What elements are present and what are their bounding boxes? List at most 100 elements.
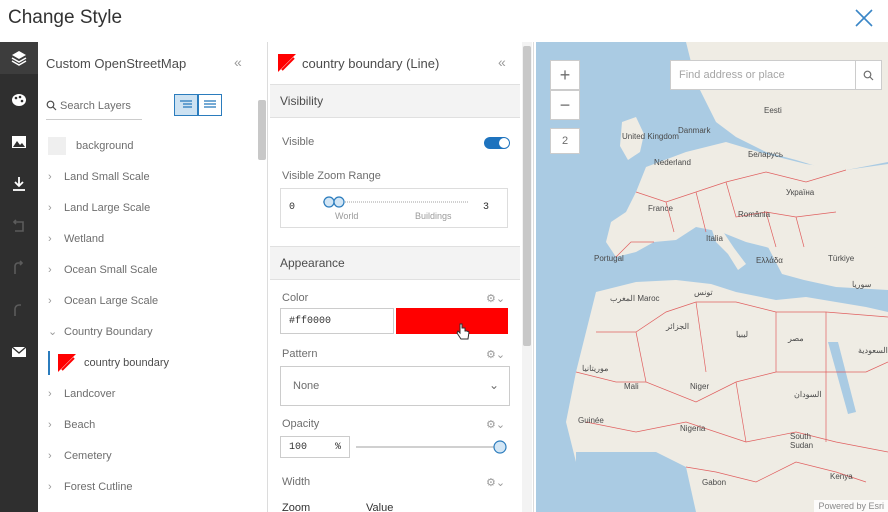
place-label: România bbox=[738, 210, 771, 219]
layer-label: Land Small Scale bbox=[64, 170, 150, 183]
layer-item-cemetery[interactable]: › Cemetery bbox=[38, 440, 256, 471]
chevron-right-icon: › bbox=[48, 263, 52, 276]
flat-view-button[interactable] bbox=[198, 94, 222, 116]
layer-item-ocean-small-scale[interactable]: › Ocean Small Scale bbox=[38, 254, 256, 285]
props-scrollbar[interactable] bbox=[522, 42, 532, 512]
place-label: المغرب Maroc bbox=[610, 294, 660, 303]
line-style-icon bbox=[278, 54, 296, 72]
visible-label: Visible bbox=[282, 136, 315, 148]
layer-label: Land Large Scale bbox=[64, 201, 151, 214]
layers-title: Custom OpenStreetMap bbox=[46, 55, 187, 71]
layers-scrollbar-thumb[interactable] bbox=[258, 100, 266, 160]
layer-item-land-small-scale[interactable]: › Land Small Scale bbox=[38, 161, 256, 192]
layer-item-country-boundary-group[interactable]: ⌄ Country Boundary bbox=[38, 316, 256, 347]
layer-label: Beach bbox=[64, 418, 96, 431]
opacity-value: 100 bbox=[289, 441, 308, 453]
opacity-label: Opacity bbox=[282, 418, 320, 430]
pattern-select[interactable]: None ⌄ bbox=[280, 366, 510, 406]
color-hex-input[interactable]: #ff0000 bbox=[280, 308, 394, 334]
props-title: country boundary (Line) bbox=[302, 55, 440, 71]
place-label: السعودية bbox=[858, 346, 888, 355]
layer-item-ocean-large-scale[interactable]: › Ocean Large Scale bbox=[38, 285, 256, 316]
layers-scrollbar[interactable] bbox=[258, 92, 266, 512]
map-attribution[interactable]: Powered by Esri bbox=[814, 500, 888, 512]
zoom-out-button[interactable]: − bbox=[550, 90, 580, 120]
group-view-button[interactable] bbox=[174, 94, 198, 116]
collapse-layers-icon[interactable]: « bbox=[234, 54, 242, 70]
zoom-range-track bbox=[323, 196, 469, 208]
visible-toggle[interactable] bbox=[484, 137, 510, 149]
selection-marker bbox=[48, 351, 50, 375]
place-label: تونس bbox=[694, 288, 713, 297]
layers-icon[interactable] bbox=[0, 42, 38, 74]
chevron-right-icon: › bbox=[48, 480, 52, 493]
place-label: Ελλάδα bbox=[756, 256, 783, 265]
download-icon[interactable] bbox=[0, 168, 38, 200]
layer-search-input[interactable]: Search Layers bbox=[46, 92, 142, 120]
layer-label: Landcover bbox=[64, 387, 116, 400]
mail-icon[interactable] bbox=[0, 336, 38, 368]
dialog-title: Change Style bbox=[8, 7, 123, 28]
color-swatch-button[interactable] bbox=[396, 308, 508, 334]
layer-label: Country Boundary bbox=[64, 325, 153, 338]
layer-item-forest-cutline[interactable]: › Forest Cutline bbox=[38, 471, 256, 502]
undo-icon[interactable] bbox=[0, 210, 38, 242]
search-placeholder: Search Layers bbox=[60, 99, 131, 112]
layer-label: Ocean Large Scale bbox=[64, 294, 159, 307]
place-label: South Sudan bbox=[790, 432, 814, 450]
chevron-right-icon: › bbox=[48, 294, 52, 307]
layer-item-beach[interactable]: › Beach bbox=[38, 409, 256, 440]
layer-item-landcover[interactable]: › Landcover bbox=[38, 378, 256, 409]
layer-item-background[interactable]: background bbox=[38, 130, 256, 161]
place-label: Gabon bbox=[702, 478, 727, 487]
layer-item-country-boundary[interactable]: country boundary bbox=[38, 347, 256, 378]
place-label: موريتانيا bbox=[582, 364, 609, 373]
search-icon[interactable] bbox=[855, 61, 881, 89]
chevron-right-icon: › bbox=[48, 449, 52, 462]
place-label: Danmark bbox=[678, 126, 711, 135]
map-search-input[interactable]: Find address or place bbox=[670, 60, 882, 90]
gear-icon[interactable]: ⚙⌄ bbox=[486, 292, 505, 305]
image-icon[interactable] bbox=[0, 126, 38, 158]
map-view[interactable]: United Kingdom Danmark Eesti Nederland Б… bbox=[536, 42, 888, 512]
layer-search-row: Search Layers bbox=[46, 92, 256, 120]
palette-icon[interactable] bbox=[0, 84, 38, 116]
gear-icon[interactable]: ⚙⌄ bbox=[486, 418, 505, 431]
zoom-min-value: 0 bbox=[289, 202, 296, 213]
chevron-right-icon: › bbox=[48, 418, 52, 431]
opacity-slider[interactable] bbox=[354, 440, 510, 454]
place-label: Guinée bbox=[578, 416, 604, 425]
search-icon bbox=[46, 100, 57, 111]
appearance-section-header[interactable]: Appearance bbox=[270, 246, 520, 280]
gear-icon[interactable]: ⚙⌄ bbox=[486, 476, 505, 489]
map-search-placeholder: Find address or place bbox=[679, 69, 785, 81]
chevron-right-icon: › bbox=[48, 170, 52, 183]
zoom-range-slider[interactable]: 0 World Buildings 3 bbox=[280, 188, 508, 228]
zoom-column-header: Zoom bbox=[282, 502, 311, 512]
layers-panel: Custom OpenStreetMap « Search Layers bac… bbox=[38, 42, 268, 512]
line-style-icon bbox=[58, 353, 76, 372]
change-style-dialog: Change Style Custom OpenStreetMap « Sear… bbox=[0, 0, 888, 512]
forward-icon[interactable] bbox=[0, 294, 38, 326]
toggle-knob bbox=[499, 138, 509, 148]
hand-cursor-icon bbox=[456, 323, 470, 340]
zoom-max-value: 3 bbox=[483, 202, 490, 213]
zoom-in-button[interactable]: + bbox=[550, 60, 580, 90]
place-label: Nederland bbox=[654, 158, 691, 167]
collapse-props-icon[interactable]: « bbox=[498, 54, 506, 70]
props-scrollbar-thumb[interactable] bbox=[523, 46, 531, 346]
opacity-input[interactable]: 100 % bbox=[280, 436, 350, 458]
gear-icon[interactable]: ⚙⌄ bbox=[486, 348, 505, 361]
layer-item-land-large-scale[interactable]: › Land Large Scale bbox=[38, 192, 256, 223]
place-label: United Kingdom bbox=[622, 132, 679, 141]
chevron-down-icon: ⌄ bbox=[48, 326, 58, 338]
layer-item-wetland[interactable]: › Wetland bbox=[38, 223, 256, 254]
redo-icon[interactable] bbox=[0, 252, 38, 284]
chevron-down-icon: ⌄ bbox=[488, 378, 499, 392]
visibility-section-header[interactable]: Visibility bbox=[270, 84, 520, 118]
layer-list: background › Land Small Scale › Land Lar… bbox=[38, 130, 256, 502]
place-label: Niger bbox=[690, 382, 710, 391]
close-icon[interactable] bbox=[852, 6, 876, 30]
layer-label: country boundary bbox=[84, 356, 169, 369]
zoom-range-label: Visible Zoom Range bbox=[282, 170, 381, 182]
